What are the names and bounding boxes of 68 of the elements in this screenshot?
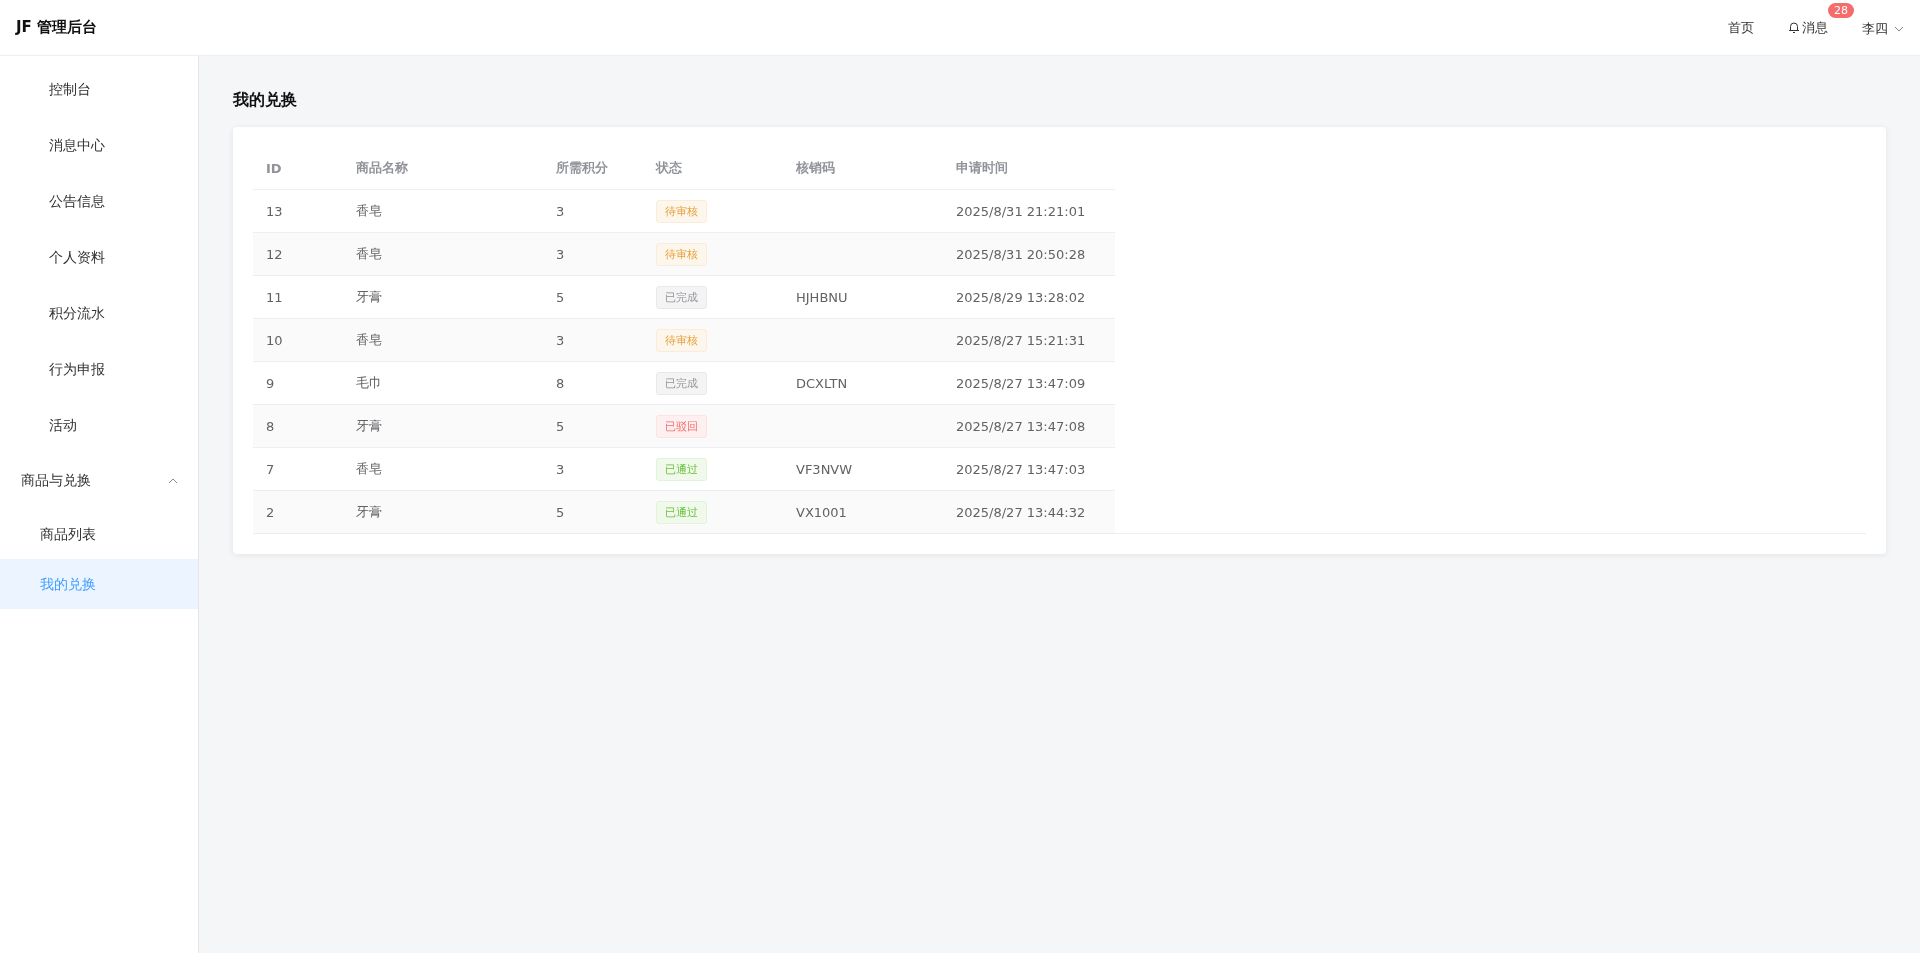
user-menu[interactable]: 李四 xyxy=(1862,20,1904,38)
messages-link[interactable]: 消息 xyxy=(1788,18,1828,37)
app-logo: JF 管理后台 xyxy=(16,18,98,37)
menu-item[interactable]: 控制台 xyxy=(0,61,198,117)
status-tag: 待审核 xyxy=(656,199,707,223)
page-title: 我的兑换 xyxy=(233,90,298,111)
status-tag: 待审核 xyxy=(656,328,707,352)
table-cell: 香皂 xyxy=(343,447,543,491)
table-cell: 2025/8/27 15:21:31 xyxy=(943,318,1115,362)
table-cell: 2025/8/27 13:44:32 xyxy=(943,490,1115,533)
bell-icon xyxy=(1788,21,1800,34)
menu-item[interactable]: 消息中心 xyxy=(0,117,198,173)
table-cell: 2025/8/27 13:47:09 xyxy=(943,361,1115,405)
table-cell: 牙膏 xyxy=(343,490,543,533)
table-cell: 13 xyxy=(253,189,343,233)
table-cell: 香皂 xyxy=(343,318,543,362)
table-cell: 2025/8/29 13:28:02 xyxy=(943,275,1115,319)
unread-badge: 28 xyxy=(1828,3,1854,18)
table-cell: DCXLTN xyxy=(796,375,848,391)
table-cell: 2 xyxy=(253,490,343,533)
column-header: 核销码 xyxy=(783,147,943,190)
column-header: 申请时间 xyxy=(943,147,1115,190)
table-cell: 毛巾 xyxy=(343,361,543,405)
status-tag: 已完成 xyxy=(656,371,707,395)
table-cell: 牙膏 xyxy=(343,275,543,319)
submenu-item[interactable]: 商品列表 xyxy=(0,509,198,559)
table-cell: 3 xyxy=(543,318,643,362)
table-cell: 2025/8/27 13:47:08 xyxy=(943,404,1115,448)
table-cell: 3 xyxy=(543,232,643,276)
table-cell: 2025/8/31 20:50:28 xyxy=(943,232,1115,276)
menu-item[interactable]: 个人资料 xyxy=(0,229,198,285)
home-link[interactable]: 首页 xyxy=(1728,18,1754,37)
table-cell: 5 xyxy=(543,275,643,319)
table-cell: 5 xyxy=(543,490,643,533)
table-cell: 5 xyxy=(543,404,643,448)
table-cell: 2025/8/31 21:21:01 xyxy=(943,189,1115,233)
table-cell: 9 xyxy=(253,361,343,405)
table-cell: 香皂 xyxy=(343,232,543,276)
table-cell: HJHBNU xyxy=(796,289,848,305)
table-cell: 2025/8/27 13:47:03 xyxy=(943,447,1115,491)
status-tag: 已完成 xyxy=(656,285,707,309)
column-header: 状态 xyxy=(643,147,783,190)
column-header: ID xyxy=(253,147,343,190)
column-header: 商品名称 xyxy=(343,147,543,190)
table-cell: 8 xyxy=(253,404,343,448)
status-tag: 已驳回 xyxy=(656,414,707,438)
chevron-down-icon xyxy=(1894,26,1904,32)
table-cell: 香皂 xyxy=(343,189,543,233)
chevron-up-icon xyxy=(168,478,178,484)
menu-item[interactable]: 公告信息 xyxy=(0,173,198,229)
table-cell: 11 xyxy=(253,275,343,319)
column-header: 所需积分 xyxy=(543,147,643,190)
table-cell: 牙膏 xyxy=(343,404,543,448)
status-tag: 已通过 xyxy=(656,457,707,481)
menu-group[interactable]: 商品与兑换 xyxy=(0,453,198,509)
table-cell: 8 xyxy=(543,361,643,405)
table-cell: 7 xyxy=(253,447,343,491)
menu-item[interactable]: 积分流水 xyxy=(0,285,198,341)
menu-item[interactable]: 行为申报 xyxy=(0,341,198,397)
table-cell: VF3NVW xyxy=(796,461,853,477)
table-cell: 12 xyxy=(253,232,343,276)
status-tag: 已通过 xyxy=(656,500,707,524)
menu-item[interactable]: 活动 xyxy=(0,397,198,453)
table-cell: VX1001 xyxy=(796,504,847,520)
status-tag: 待审核 xyxy=(656,242,707,266)
table-cell: 3 xyxy=(543,189,643,233)
table-cell: 10 xyxy=(253,318,343,362)
table-cell: 3 xyxy=(543,447,643,491)
